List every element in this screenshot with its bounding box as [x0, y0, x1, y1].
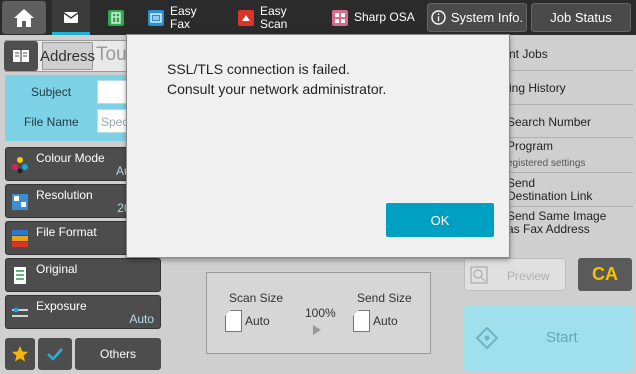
exposure-button[interactable]: Exposure Auto — [5, 295, 161, 329]
job-status-button[interactable]: Job Status — [531, 3, 631, 32]
right-item-label: ing History — [509, 81, 566, 95]
exposure-value: Auto — [129, 312, 154, 326]
check-button[interactable] — [38, 338, 72, 370]
easy-scan-line2: Scan — [260, 16, 288, 31]
scan-icon — [238, 9, 254, 26]
clear-all-button[interactable]: CA — [578, 258, 632, 291]
exposure-icon — [12, 307, 28, 317]
right-item-label: Program — [507, 139, 554, 153]
tab-easy-scan[interactable]: Easy Scan — [238, 0, 287, 35]
system-info-button[interactable]: System Info. — [427, 3, 527, 32]
mail-icon — [64, 12, 78, 23]
right-item-label: Search Number — [507, 115, 592, 129]
address-button[interactable]: Address — [39, 42, 96, 70]
right-item-send-same-image[interactable]: Send Same Image as Fax Address — [497, 210, 633, 244]
divider — [497, 137, 633, 138]
top-bar: Easy Fax Easy Scan Sharp OSA System Info… — [0, 0, 636, 35]
original-label: Original — [36, 262, 78, 276]
others-label: Others — [99, 347, 136, 361]
arrow-right-icon — [313, 325, 321, 335]
start-label: Start — [546, 329, 578, 346]
right-item-label-2: Destination Link — [507, 189, 593, 203]
resolution-label: Resolution — [36, 188, 93, 202]
start-button[interactable]: Start — [464, 305, 633, 371]
address-book-button[interactable] — [4, 41, 38, 71]
easy-scan-label: Easy Scan — [260, 3, 288, 31]
file-format-label: File Format — [36, 225, 97, 239]
tab-sharp-osa[interactable]: Sharp OSA — [332, 0, 415, 35]
colour-mode-label: Colour Mode — [36, 151, 105, 165]
easy-fax-line2: Fax — [170, 16, 191, 31]
tab-sheet[interactable] — [108, 0, 130, 35]
address-label: Address — [39, 47, 96, 65]
original-button[interactable]: Original — [5, 258, 161, 292]
job-status-label: Job Status — [550, 10, 612, 25]
resolution-icon — [12, 194, 28, 210]
favorites-button[interactable] — [5, 338, 35, 370]
others-button[interactable]: Others — [75, 338, 161, 370]
right-item-label: nt Jobs — [509, 47, 548, 61]
info-icon — [431, 10, 446, 25]
tab-email[interactable] — [52, 0, 90, 35]
right-item-program[interactable]: Program egistered settings — [497, 140, 633, 174]
easy-scan-line1: Easy — [260, 3, 287, 18]
easy-fax-line1: Easy — [170, 3, 197, 18]
preview-button[interactable]: Preview — [464, 258, 566, 291]
dialog-message-line1: SSL/TLS connection is failed. — [167, 61, 350, 77]
right-item-sublabel: egistered settings — [507, 158, 586, 169]
send-size-label: Send Size — [357, 291, 412, 305]
system-info-label: System Info. — [450, 10, 524, 25]
dialog-message-line2: Consult your network administrator. — [167, 81, 387, 97]
clear-all-label: CA — [592, 264, 618, 284]
tab-easy-fax[interactable]: Easy Fax — [148, 0, 197, 35]
home-icon — [14, 8, 34, 27]
star-icon — [12, 346, 28, 362]
divider — [497, 104, 633, 105]
divider — [497, 172, 633, 173]
document-icon — [225, 310, 242, 332]
scan-size-label: Scan Size — [229, 291, 284, 305]
fax-icon — [148, 9, 164, 26]
osa-icon — [332, 9, 348, 26]
error-dialog: SSL/TLS connection is failed. Consult yo… — [126, 34, 510, 258]
file-name-label: File Name — [24, 115, 79, 129]
subject-label: Subject — [31, 85, 72, 99]
colour-mode-icon — [12, 157, 28, 174]
divider — [497, 206, 633, 207]
ratio-value: 100% — [305, 306, 336, 320]
preview-label: Preview — [507, 269, 550, 283]
easy-fax-label: Easy Fax — [170, 3, 197, 31]
send-size-value: Auto — [373, 314, 398, 328]
sharp-osa-label: Sharp OSA — [354, 10, 415, 24]
exposure-label: Exposure — [36, 299, 87, 313]
start-diamond-icon — [476, 327, 498, 349]
address-input[interactable]: Tou — [96, 44, 127, 66]
file-format-icon — [12, 230, 28, 247]
checkmark-icon — [47, 348, 63, 361]
ok-button[interactable]: OK — [386, 203, 494, 237]
address-book-icon — [13, 50, 29, 62]
ok-label: OK — [430, 212, 450, 228]
divider — [497, 70, 633, 71]
scan-size-panel[interactable]: Scan Size Auto 100% Send Size Auto — [206, 272, 431, 354]
spreadsheet-icon — [108, 9, 124, 26]
right-item-label-2: as Fax Address — [507, 222, 590, 236]
home-button[interactable] — [2, 1, 46, 34]
original-icon — [14, 267, 26, 284]
preview-icon — [470, 266, 488, 284]
document-icon — [353, 310, 370, 332]
scan-size-value: Auto — [245, 314, 270, 328]
